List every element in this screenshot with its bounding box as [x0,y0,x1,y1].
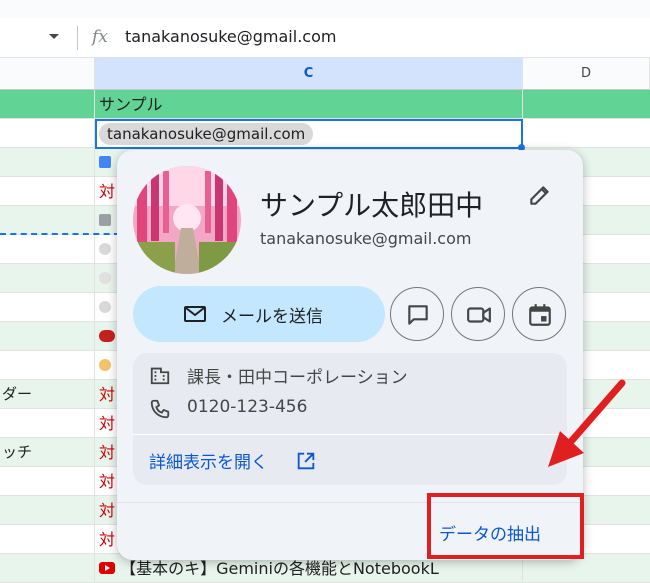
details-divider [133,434,567,435]
calendar-icon [99,214,111,226]
bottom-row-text: 【基本のキ】Geminiの各機能とNotebookL [120,559,439,578]
edit-pencil-icon[interactable] [527,182,553,208]
formula-bar: fx tanakanosuke@gmail.com [0,18,650,58]
column-header-d[interactable]: D [523,58,650,90]
email-chip[interactable]: tanakanosuke@gmail.com [99,123,314,145]
annotation-highlight-box [427,493,584,559]
contact-details-box: 課長・田中コーポレーション 0120-123-456 詳細表示を開く [133,353,567,485]
video-camera-icon [467,307,491,323]
badge-icon [99,330,115,342]
cell[interactable]: ッチ [0,438,95,467]
cell[interactable] [0,235,95,264]
cell[interactable]: サンプル [95,90,523,119]
name-box-dropdown-icon[interactable] [49,34,59,39]
chat-icon [408,305,428,325]
building-icon [150,367,170,385]
chat-button[interactable] [390,287,444,341]
emoji-icon [99,359,111,371]
cell[interactable] [0,90,95,119]
cell[interactable] [0,177,95,206]
contact-email: tanakanosuke@gmail.com [260,229,472,248]
column-header-b[interactable] [0,58,95,90]
docs-icon [99,156,111,168]
youtube-icon [99,562,115,574]
star-icon [99,301,111,313]
cell[interactable] [0,322,95,351]
cell[interactable]: ダー [0,380,95,409]
place-icon [99,243,111,255]
cell[interactable]: tanakanosuke@gmail.com [95,119,523,148]
cell[interactable] [0,119,95,148]
phone-number: 0120-123-456 [187,397,308,417]
phone-icon [150,399,170,419]
column-header-c[interactable]: C [95,58,523,90]
cell[interactable] [0,496,95,525]
cell[interactable] [523,90,650,119]
formula-divider [77,26,78,50]
cell[interactable] [0,206,95,235]
cell[interactable] [0,351,95,380]
cell[interactable] [0,264,95,293]
send-email-label: メールを送信 [221,307,323,327]
contact-name: サンプル太郎田中 [260,189,484,222]
avatar-image [133,166,241,274]
table-row: サンプル [0,90,650,119]
open-details-link[interactable]: 詳細表示を開く [149,448,315,473]
calendar-icon [529,304,551,326]
cell[interactable] [0,525,95,554]
open-details-label: 詳細表示を開く [149,453,268,473]
open-external-icon [297,452,315,470]
formula-input[interactable]: tanakanosuke@gmail.com [125,27,336,46]
copy-marquee [0,233,120,235]
fx-icon: fx [92,27,108,47]
annotation-arrow-icon [548,379,626,467]
cell[interactable] [0,293,95,322]
top-strip [0,0,650,18]
send-email-button[interactable]: メールを送信 [133,286,385,342]
cell[interactable] [0,409,95,438]
cell[interactable] [0,148,95,177]
video-call-button[interactable] [451,287,505,341]
mail-icon [184,306,206,322]
finance-icon [99,272,111,284]
cell[interactable] [0,554,95,583]
cell[interactable] [0,467,95,496]
schedule-event-button[interactable] [512,287,566,341]
job-title: 課長・田中コーポレーション [187,368,408,388]
table-row: tanakanosuke@gmail.com [0,119,650,148]
avatar[interactable] [133,166,241,274]
